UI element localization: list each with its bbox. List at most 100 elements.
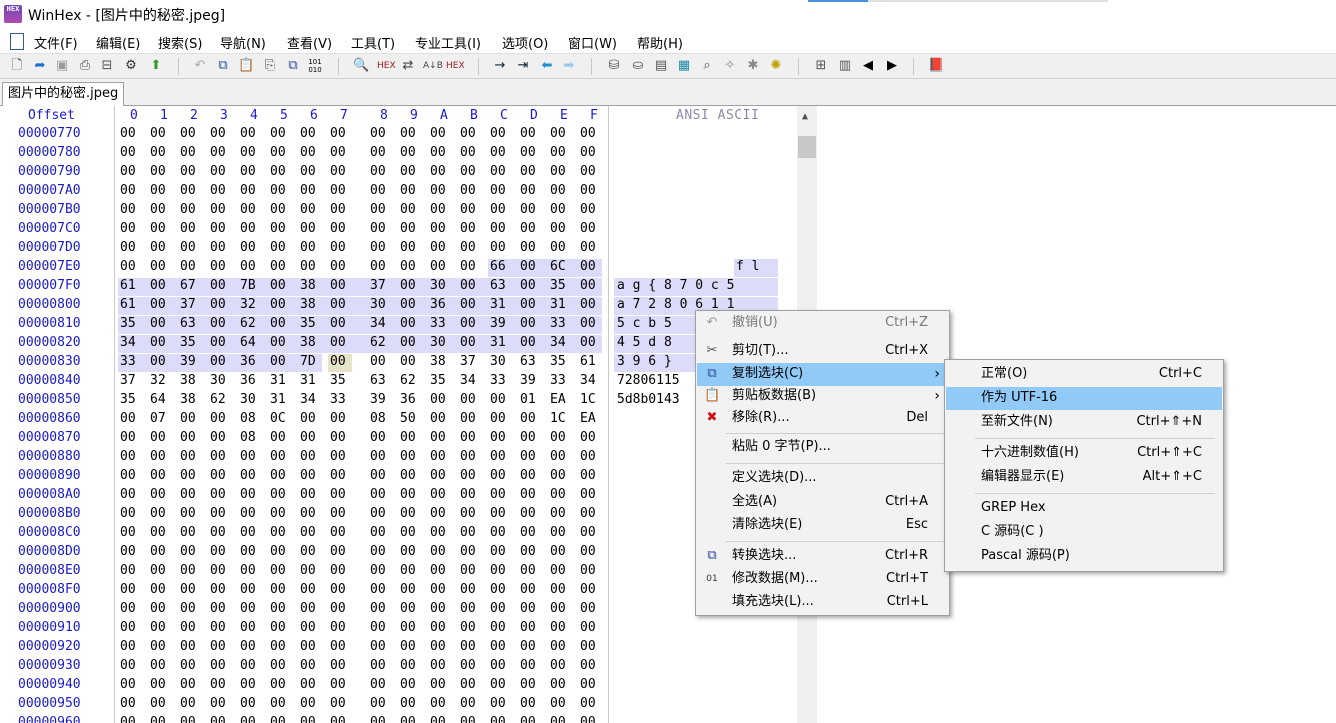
hex-byte[interactable]: 00 xyxy=(400,221,420,239)
hex-byte[interactable]: 00 xyxy=(520,506,540,524)
hex-byte[interactable]: 00 xyxy=(210,259,230,277)
clipboard-icon[interactable]: 📋 xyxy=(238,58,254,74)
hex-byte[interactable]: 00 xyxy=(330,715,350,723)
hex-byte[interactable]: 00 xyxy=(520,430,540,448)
hex-byte[interactable]: 00 xyxy=(430,183,450,201)
hex-byte[interactable]: 00 xyxy=(240,202,260,220)
hex-byte[interactable]: 00 xyxy=(300,449,320,467)
hex-byte[interactable]: 37 xyxy=(460,354,480,372)
hex-byte[interactable]: 00 xyxy=(550,145,570,163)
hex-byte[interactable]: 00 xyxy=(330,354,350,372)
hex-byte[interactable]: 00 xyxy=(520,582,540,600)
hex-byte[interactable]: 00 xyxy=(400,525,420,543)
hex-byte[interactable]: 00 xyxy=(370,506,390,524)
hex-byte[interactable]: 00 xyxy=(210,354,230,372)
replace-hex-icon[interactable]: A↓B xyxy=(423,58,443,74)
hex-byte[interactable]: 00 xyxy=(210,297,230,315)
hex-byte[interactable]: 00 xyxy=(150,468,170,486)
hex-byte[interactable]: 00 xyxy=(240,164,260,182)
hex-byte[interactable]: 00 xyxy=(330,677,350,695)
hex-byte[interactable]: EA xyxy=(580,411,600,429)
hex-byte[interactable]: 37 xyxy=(370,278,390,296)
hex-byte[interactable]: 00 xyxy=(270,544,290,562)
hex-byte[interactable]: 00 xyxy=(580,487,600,505)
hex-byte[interactable]: 00 xyxy=(370,696,390,714)
hex-byte[interactable]: 00 xyxy=(330,506,350,524)
hex-byte[interactable]: 00 xyxy=(430,145,450,163)
hex-byte[interactable]: 61 xyxy=(120,297,140,315)
hex-byte[interactable]: 00 xyxy=(210,544,230,562)
hex-byte[interactable]: 00 xyxy=(330,335,350,353)
hex-byte[interactable]: 00 xyxy=(370,525,390,543)
hex-byte[interactable]: 00 xyxy=(180,620,200,638)
hex-byte[interactable]: 31 xyxy=(300,373,320,391)
hex-byte[interactable]: 00 xyxy=(550,468,570,486)
hex-byte[interactable]: 00 xyxy=(270,487,290,505)
hex-byte[interactable]: 00 xyxy=(400,677,420,695)
hex-byte[interactable]: 00 xyxy=(330,563,350,581)
hex-byte[interactable]: 00 xyxy=(240,145,260,163)
hex-byte[interactable]: 00 xyxy=(240,525,260,543)
hex-byte[interactable]: 62 xyxy=(210,392,230,410)
hex-byte[interactable]: 00 xyxy=(150,164,170,182)
hex-byte[interactable]: 00 xyxy=(210,335,230,353)
hex-byte[interactable]: 00 xyxy=(370,563,390,581)
hex-byte[interactable]: 00 xyxy=(180,449,200,467)
hex-byte[interactable]: 00 xyxy=(240,183,260,201)
hex-byte[interactable]: 00 xyxy=(430,449,450,467)
hex-byte[interactable]: 34 xyxy=(460,373,480,391)
hex-byte[interactable]: 00 xyxy=(240,620,260,638)
hex-byte[interactable]: 00 xyxy=(210,164,230,182)
hex-byte[interactable]: 00 xyxy=(150,354,170,372)
hex-byte[interactable]: 00 xyxy=(550,582,570,600)
hex-byte[interactable]: 00 xyxy=(150,430,170,448)
find-icon[interactable]: 🔍 xyxy=(353,58,369,74)
hex-byte[interactable]: 00 xyxy=(120,715,140,723)
hex-byte[interactable]: 00 xyxy=(580,145,600,163)
hex-byte[interactable]: 00 xyxy=(490,487,510,505)
scroll-up-icon[interactable]: ▲ xyxy=(802,111,808,122)
hex-byte[interactable]: 36 xyxy=(400,392,420,410)
hex-byte[interactable]: 00 xyxy=(270,506,290,524)
hex-byte[interactable]: 00 xyxy=(460,259,480,277)
hex-byte[interactable]: 00 xyxy=(330,240,350,258)
hex-byte[interactable]: 00 xyxy=(270,164,290,182)
hex-byte[interactable]: 00 xyxy=(300,240,320,258)
hex-byte[interactable]: 00 xyxy=(460,563,480,581)
hex-byte[interactable]: 00 xyxy=(430,582,450,600)
hex-byte[interactable]: 00 xyxy=(330,202,350,220)
hex-byte[interactable]: 00 xyxy=(490,506,510,524)
hex-byte[interactable]: 30 xyxy=(430,335,450,353)
hex-byte[interactable]: 00 xyxy=(120,487,140,505)
hex-byte[interactable]: 00 xyxy=(520,145,540,163)
hex-byte[interactable]: 00 xyxy=(150,601,170,619)
hex-byte[interactable]: 00 xyxy=(240,715,260,723)
hex-byte[interactable]: 00 xyxy=(330,525,350,543)
hex-byte[interactable]: 00 xyxy=(270,449,290,467)
hex-byte[interactable]: 31 xyxy=(270,373,290,391)
hex-byte[interactable]: 00 xyxy=(300,601,320,619)
hex-byte[interactable]: 00 xyxy=(430,696,450,714)
hex-byte[interactable]: 00 xyxy=(150,715,170,723)
write-clipboard-icon[interactable]: ⧉ xyxy=(285,58,301,74)
hex-byte[interactable]: 00 xyxy=(580,297,600,315)
context-menu-item[interactable]: 粘贴 0 字节(P)... xyxy=(697,436,948,459)
hex-byte[interactable]: 00 xyxy=(300,544,320,562)
hex-byte[interactable]: 00 xyxy=(300,563,320,581)
hex-byte[interactable]: 35 xyxy=(120,316,140,334)
ansi-text[interactable]: 5d8b0143 xyxy=(617,392,680,407)
hex-byte[interactable]: 00 xyxy=(430,240,450,258)
hex-byte[interactable]: 31 xyxy=(550,297,570,315)
hex-byte[interactable]: 00 xyxy=(270,335,290,353)
hex-byte[interactable]: 08 xyxy=(370,411,390,429)
hex-byte[interactable]: 00 xyxy=(580,601,600,619)
hex-byte[interactable]: 00 xyxy=(460,449,480,467)
hex-byte[interactable]: 00 xyxy=(180,563,200,581)
hex-byte[interactable]: 36 xyxy=(240,354,260,372)
hex-byte[interactable]: 00 xyxy=(120,658,140,676)
submenu-item[interactable]: 十六进制数值(H) Ctrl+⇑+C xyxy=(946,442,1222,465)
context-menu-item[interactable]: 填充选块(L)... Ctrl+L xyxy=(697,591,948,614)
hex-byte[interactable]: 00 xyxy=(580,202,600,220)
hex-byte[interactable]: 00 xyxy=(520,278,540,296)
hex-byte[interactable]: 00 xyxy=(550,240,570,258)
